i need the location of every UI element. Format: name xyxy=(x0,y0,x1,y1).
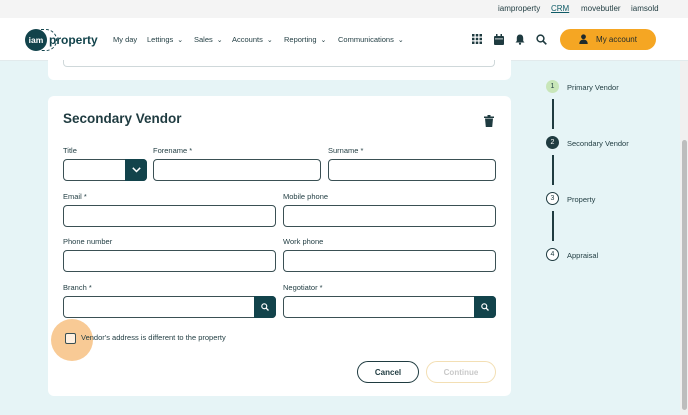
trash-icon[interactable] xyxy=(484,114,494,127)
chevron-down-icon: ⌄ xyxy=(320,36,327,44)
surname-input[interactable] xyxy=(328,159,496,181)
step-3-circle: 3 xyxy=(546,192,559,205)
step-4-circle: 4 xyxy=(546,248,559,261)
forename-label: Forename * xyxy=(153,146,193,155)
step-connector xyxy=(552,155,554,185)
step-1-label[interactable]: Primary Vendor xyxy=(567,83,619,92)
mobile-input[interactable] xyxy=(283,205,496,227)
scrollbar-thumb[interactable] xyxy=(682,140,687,410)
menu-accounts[interactable]: Accounts ⌄ xyxy=(232,35,273,44)
surname-label: Surname * xyxy=(328,146,364,155)
main-nav: iam property My day Lettings ⌄ Sales ⌄ A… xyxy=(0,18,688,61)
title-select[interactable] xyxy=(63,159,147,181)
phone-input[interactable] xyxy=(63,250,276,272)
step-4-label[interactable]: Appraisal xyxy=(567,251,598,260)
logo[interactable]: iam property xyxy=(25,28,98,52)
mobile-label: Mobile phone xyxy=(283,192,329,201)
chevron-down-icon: ⌄ xyxy=(266,36,273,44)
menu-label: Lettings xyxy=(147,35,174,44)
forename-input[interactable] xyxy=(153,159,321,181)
branch-input[interactable] xyxy=(63,296,276,318)
step-2-label[interactable]: Secondary Vendor xyxy=(567,139,629,148)
title-label: Title xyxy=(63,146,77,155)
work-phone-input[interactable] xyxy=(283,250,496,272)
my-account-label: My account xyxy=(596,35,637,44)
different-address-checkbox[interactable] xyxy=(65,333,76,344)
chevron-down-icon[interactable] xyxy=(125,159,147,181)
step-1-circle: 1 xyxy=(546,80,559,93)
bell-icon[interactable] xyxy=(513,32,527,46)
link-crm[interactable]: CRM xyxy=(551,4,569,13)
continue-button[interactable]: Continue xyxy=(426,361,496,383)
top-utility-bar: iamproperty CRM movebutler iamsold xyxy=(0,0,688,18)
primary-vendor-card xyxy=(48,60,511,80)
phone-label: Phone number xyxy=(63,237,113,246)
email-label: Email * xyxy=(63,192,87,201)
branch-label: Branch * xyxy=(63,283,92,292)
search-icon[interactable] xyxy=(474,296,496,318)
negotiator-label: Negotiator * xyxy=(283,283,323,292)
menu-communications[interactable]: Communications ⌄ xyxy=(338,35,404,44)
calendar-icon[interactable] xyxy=(492,32,506,46)
menu-lettings[interactable]: Lettings ⌄ xyxy=(147,35,183,44)
link-iamproperty[interactable]: iamproperty xyxy=(498,4,540,13)
grid-icon[interactable] xyxy=(470,32,484,46)
step-connector xyxy=(552,211,554,241)
chevron-down-icon: ⌄ xyxy=(397,36,404,44)
link-iamsold[interactable]: iamsold xyxy=(631,4,659,13)
chevron-down-icon: ⌄ xyxy=(216,36,223,44)
search-icon[interactable] xyxy=(254,296,276,318)
secondary-vendor-card: Secondary Vendor Title Forename * Surnam… xyxy=(48,96,511,396)
menu-my-day[interactable]: My day xyxy=(113,35,137,44)
different-address-label[interactable]: Vendor's address is different to the pro… xyxy=(81,333,226,342)
user-icon xyxy=(579,33,588,46)
email-input[interactable] xyxy=(63,205,276,227)
menu-label: Sales xyxy=(194,35,213,44)
menu-reporting[interactable]: Reporting ⌄ xyxy=(284,35,326,44)
menu-label: Reporting xyxy=(284,35,317,44)
step-2-circle: 2 xyxy=(546,136,559,149)
search-icon[interactable] xyxy=(534,32,548,46)
previous-input-edge xyxy=(63,60,495,67)
negotiator-input[interactable] xyxy=(283,296,496,318)
menu-label: My day xyxy=(113,35,138,44)
step-connector xyxy=(552,99,554,129)
menu-sales[interactable]: Sales ⌄ xyxy=(194,35,223,44)
cancel-button[interactable]: Cancel xyxy=(357,361,419,383)
card-title: Secondary Vendor xyxy=(63,111,182,126)
logo-text: property xyxy=(49,33,98,47)
link-movebutler[interactable]: movebutler xyxy=(581,4,621,13)
chevron-down-icon: ⌄ xyxy=(177,36,184,44)
my-account-button[interactable]: My account xyxy=(560,29,656,50)
menu-label: Accounts xyxy=(232,35,263,44)
step-3-label[interactable]: Property xyxy=(567,195,595,204)
menu-label: Communications xyxy=(338,35,394,44)
work-phone-label: Work phone xyxy=(283,237,324,246)
